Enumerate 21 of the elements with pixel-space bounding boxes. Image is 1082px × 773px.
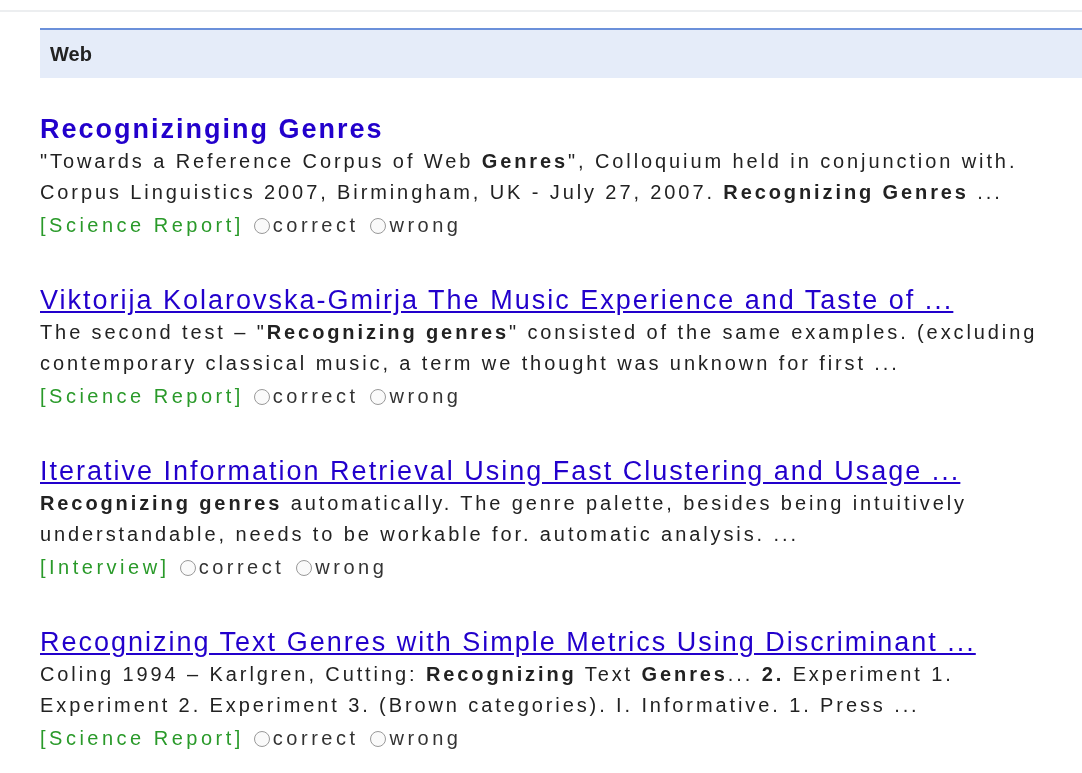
result-title-link[interactable]: Iterative Information Retrieval Using Fast Clustering and Usage ...: [40, 454, 961, 488]
result-title-link[interactable]: Viktorija Kolarovska-Gmirja The Music Experience and Taste of ...: [40, 283, 954, 317]
radio-option[interactable]: correct: [253, 723, 359, 754]
result-title-link[interactable]: Recognizinging Genres: [40, 112, 384, 146]
result-snippet: Coling 1994 – Karlgren, Cutting: Recognizing Text Genres... 2. Experiment 1. Experiment 2. Experiment 3. (Brown categories). I. Informative. 1. Press ...: [40, 662, 955, 718]
radio-option[interactable]: correct: [253, 381, 359, 412]
category-tag: [Science Report]: [40, 723, 244, 754]
radio-option[interactable]: wrong: [370, 723, 462, 754]
result-snippet: Recognizing genres automatically. The genre palette, besides being intuitively understandable, needs to be workable for. automatic analysis. ...: [40, 491, 968, 547]
section-label: Web: [50, 42, 92, 66]
result-snippet: The second test – "Recognizing genres" consisted of the same examples. (excluding contemporary classical music, a term we thought was unknown for first ...: [40, 320, 1039, 376]
category-tag: [Interview]: [40, 552, 170, 583]
category-tag: [Science Report]: [40, 381, 244, 412]
radio-option[interactable]: wrong: [296, 552, 388, 583]
category-tag: [Science Report]: [40, 210, 244, 241]
radio-option[interactable]: wrong: [370, 381, 462, 412]
radio-option[interactable]: wrong: [370, 210, 462, 241]
result-snippet: "Towards a Reference Corpus of Web Genres", Colloquium held in conjunction with. Corpus Linguistics 2007, Birmingham, UK - July 27, 2007. Recognizing Genres ...: [40, 149, 1019, 205]
radio-option[interactable]: correct: [179, 552, 285, 583]
radio-option[interactable]: correct: [253, 210, 359, 241]
result-title-link[interactable]: Recognizing Text Genres with Simple Metrics Using Discriminant ...: [40, 625, 976, 659]
